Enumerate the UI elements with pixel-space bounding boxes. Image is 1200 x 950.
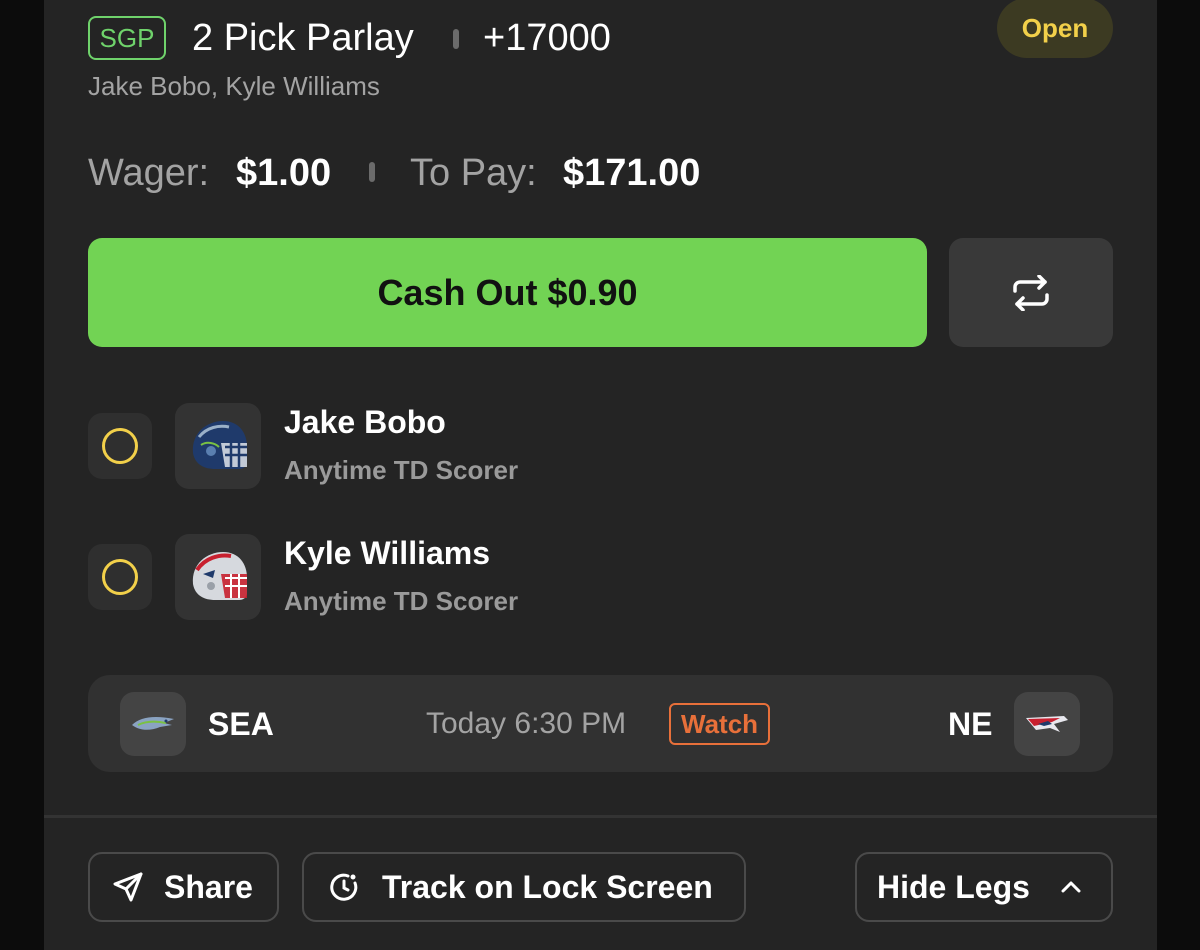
bet-odds: +17000: [483, 17, 611, 59]
game-time: Today 6:30 PM: [426, 707, 627, 740]
section-divider: [44, 815, 1157, 818]
ne-helmet: [175, 534, 261, 620]
leg-market-2: Anytime TD Scorer: [284, 586, 519, 616]
home-team: NE: [948, 706, 993, 742]
track-lock-screen-button[interactable]: Track on Lock Screen: [302, 852, 746, 922]
to-pay-value: $171.00: [563, 152, 701, 194]
swap-arrows-icon: [1013, 274, 1049, 311]
leg-player-2: Kyle Williams: [284, 535, 491, 571]
leg-status-1: [88, 413, 152, 479]
leg-market-1: Anytime TD Scorer: [284, 455, 519, 485]
hide-legs-button[interactable]: Hide Legs: [855, 852, 1113, 922]
track-timer-icon: [330, 873, 358, 901]
share-button[interactable]: Share: [88, 852, 279, 922]
title-separator: [453, 29, 459, 49]
wager-value: $1.00: [236, 152, 332, 194]
cash-out-button[interactable]: Cash Out $0.90: [88, 238, 927, 347]
patriots-helmet-icon: [192, 552, 247, 600]
sea-logo: [120, 692, 186, 756]
sgp-badge: SGP: [88, 16, 166, 60]
pending-circle-icon: [102, 428, 138, 464]
track-label: Track on Lock Screen: [382, 868, 713, 905]
hide-legs-label: Hide Legs: [877, 868, 1030, 905]
to-pay-label: To Pay:: [410, 152, 537, 194]
patriots-logo-icon: [1026, 716, 1068, 732]
send-icon: [113, 872, 143, 902]
pending-circle-icon: [102, 559, 138, 595]
leg-player-1: Jake Bobo: [284, 404, 446, 440]
wager-separator: [369, 162, 375, 182]
share-label: Share: [164, 868, 253, 905]
ne-logo: [1014, 692, 1080, 756]
leg-status-2: [88, 544, 152, 610]
status-badge: Open: [997, 0, 1113, 58]
watch-button[interactable]: Watch: [669, 703, 771, 745]
swap-button[interactable]: [949, 238, 1113, 347]
bet-title: 2 Pick Parlay: [192, 17, 414, 59]
wager-label: Wager:: [88, 152, 210, 194]
sea-helmet: [175, 403, 261, 489]
chevron-up-icon: [1061, 881, 1081, 893]
seahawks-helmet-icon: [192, 421, 247, 469]
seahawks-logo-icon: [132, 717, 174, 730]
away-team: SEA: [208, 706, 274, 742]
bet-players: Jake Bobo, Kyle Williams: [88, 71, 380, 101]
